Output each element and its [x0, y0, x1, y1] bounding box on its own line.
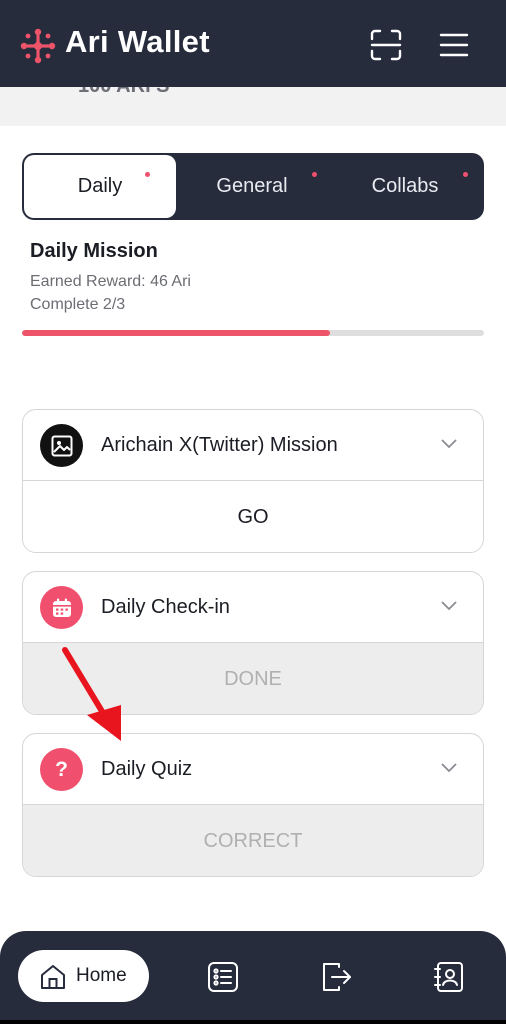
tab-general[interactable]: General [176, 155, 328, 218]
mission-card-title: Daily Check-in [101, 596, 230, 618]
daily-mission-title: Daily Mission [30, 240, 158, 262]
mission-card-title: Arichain X(Twitter) Mission [101, 434, 338, 456]
tab-daily[interactable]: Daily [24, 155, 176, 218]
app-header: Ari Wallet [0, 0, 506, 87]
contacts-icon[interactable] [433, 961, 465, 993]
earned-reward-text: Earned Reward: 46 Ari [30, 273, 191, 290]
screen-bottom-edge [0, 1020, 506, 1024]
home-icon [41, 965, 65, 989]
notification-dot [463, 172, 468, 177]
mission-card-twitter: Arichain X(Twitter) Mission GO [22, 409, 484, 553]
app-title: Ari Wallet [65, 24, 210, 59]
tab-collabs[interactable]: Collabs [328, 155, 482, 218]
bottom-nav: Home [0, 931, 506, 1024]
notification-dot [145, 172, 150, 177]
list-icon[interactable] [207, 961, 239, 993]
correct-button: CORRECT [23, 805, 483, 876]
mission-card-header[interactable]: Arichain X(Twitter) Mission [23, 410, 483, 481]
calendar-icon [40, 586, 83, 629]
question-icon: ? [40, 748, 83, 791]
mission-card-header[interactable]: Daily Check-in [23, 572, 483, 643]
scrolled-balance-strip: 100 ARI S [0, 87, 506, 126]
ari-wallet-logo[interactable] [20, 28, 56, 64]
chevron-down-icon[interactable] [441, 763, 457, 773]
chevron-down-icon[interactable] [441, 601, 457, 611]
nav-home-button[interactable]: Home [18, 950, 149, 1002]
tab-daily-label: Daily [77, 175, 123, 197]
image-icon [40, 424, 83, 467]
completion-text: Complete 2/3 [30, 296, 126, 313]
mission-card-quiz: ? Daily Quiz CORRECT [22, 733, 484, 877]
tab-collabs-label: Collabs [371, 175, 439, 197]
tab-general-label: General [216, 175, 288, 197]
go-button[interactable]: GO [23, 481, 483, 552]
exit-icon[interactable] [321, 961, 353, 993]
chevron-down-icon[interactable] [441, 439, 457, 449]
balance-text-partial: 100 ARI S [78, 87, 170, 98]
nav-home-label: Home [76, 965, 127, 986]
scan-icon[interactable] [368, 27, 404, 63]
mission-progress-bar [22, 330, 484, 336]
red-arrow-annotation [62, 647, 121, 741]
mission-progress-fill [22, 330, 331, 336]
mission-tabs: Daily General Collabs [22, 153, 484, 220]
mission-card-title: Daily Quiz [101, 758, 193, 780]
notification-dot [312, 172, 317, 177]
hamburger-menu-icon[interactable] [436, 27, 472, 63]
